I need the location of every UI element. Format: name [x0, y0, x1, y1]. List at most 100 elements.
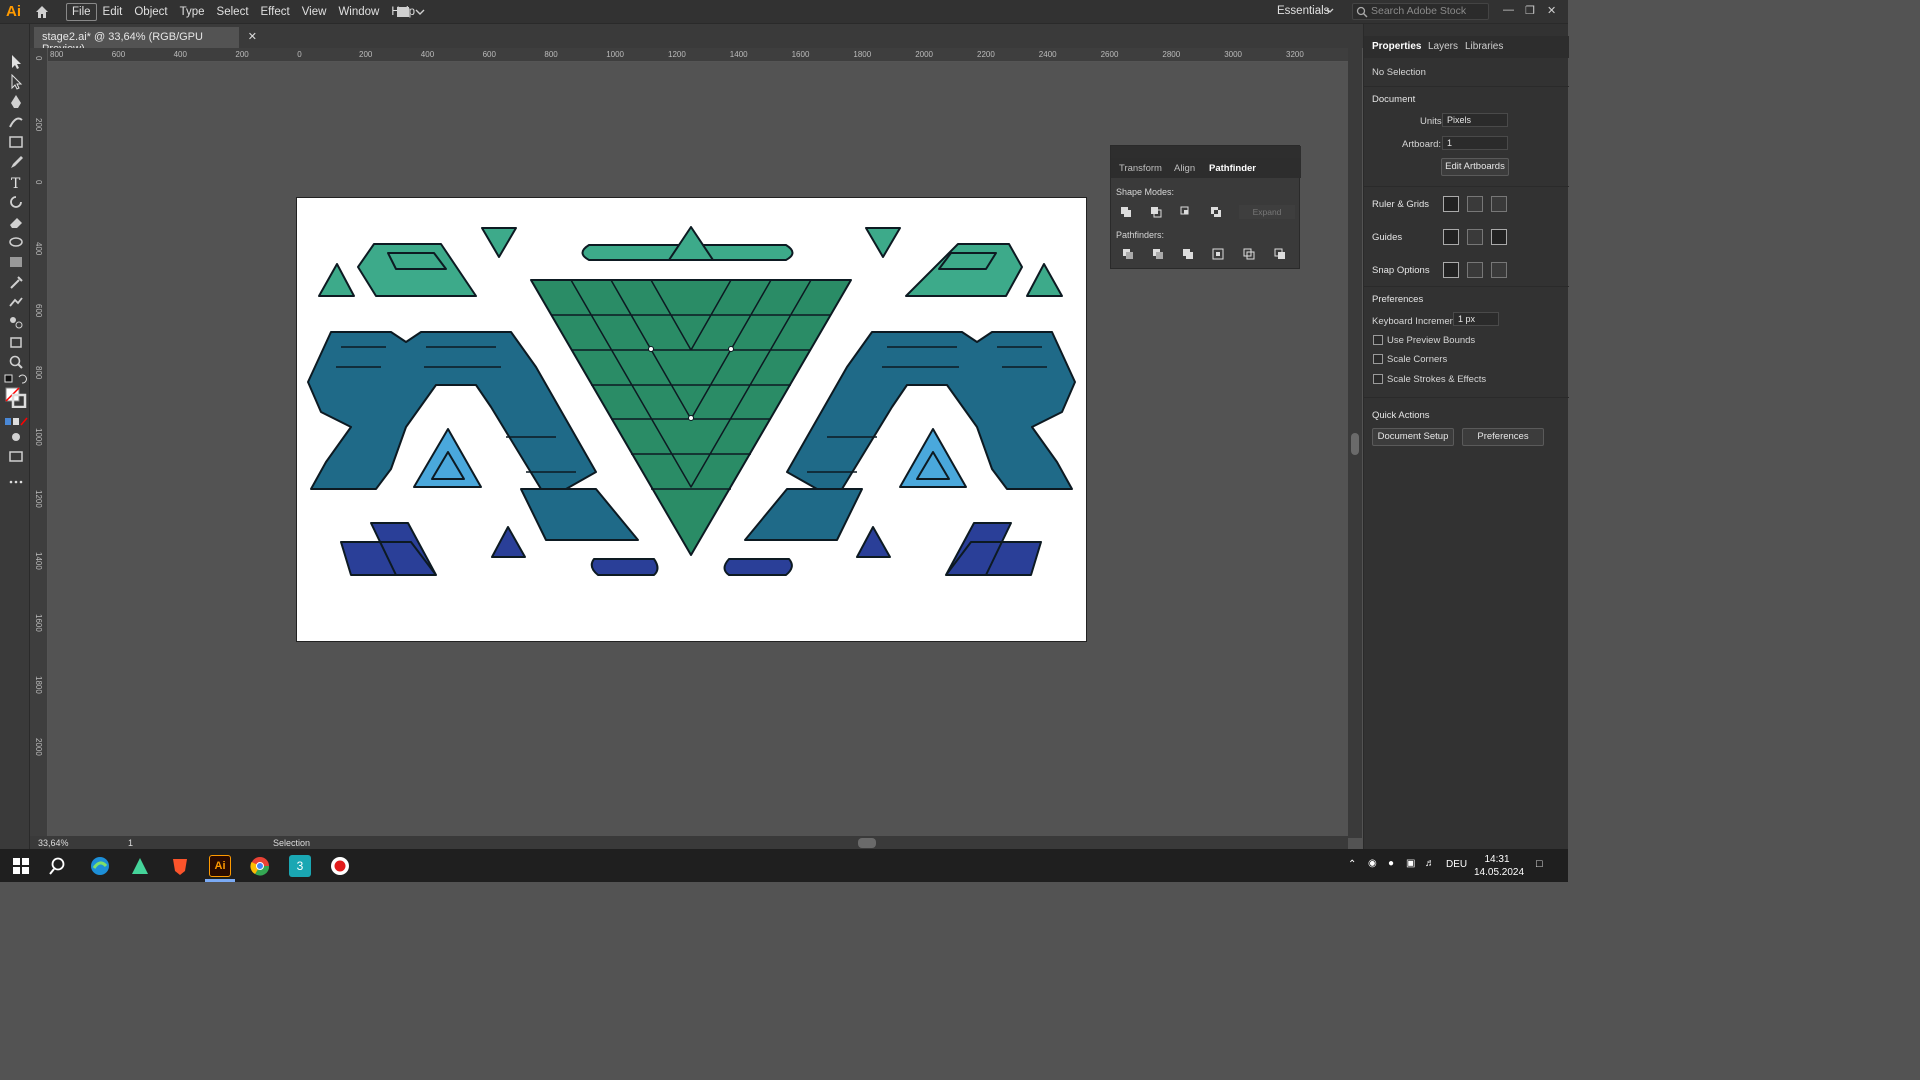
curvature-tool-icon[interactable] — [7, 114, 25, 130]
edit-artboards-button[interactable]: Edit Artboards — [1441, 158, 1509, 176]
document-tab[interactable]: stage2.ai* @ 33,64% (RGB/GPU Preview) ✕ — [34, 27, 257, 55]
arrange-documents-icon[interactable] — [396, 5, 426, 19]
rotate-tool-icon[interactable] — [7, 194, 25, 210]
smart-guides-icon[interactable] — [1491, 229, 1507, 245]
transparency-grid-icon[interactable] — [1491, 196, 1507, 212]
minus-back-icon[interactable] — [1274, 248, 1286, 260]
trim-icon[interactable] — [1152, 248, 1164, 260]
draw-mode-icon[interactable] — [7, 429, 25, 445]
divide-icon[interactable] — [1122, 248, 1134, 260]
volume-icon[interactable]: ♬ — [1425, 858, 1435, 869]
expand-button[interactable]: Expand — [1239, 205, 1295, 219]
fill-stroke-icon[interactable] — [4, 386, 28, 408]
rectangle-tool-icon[interactable] — [7, 134, 25, 150]
app-3-icon[interactable]: 3 — [289, 855, 311, 877]
puppet-warp-tool-icon[interactable] — [7, 294, 25, 310]
horizontal-ruler[interactable]: 800 600 400 200 0 200 400 600 800 1000 1200 1400 160… — [48, 48, 1348, 62]
menu-file[interactable]: File — [66, 3, 97, 21]
minus-front-icon[interactable] — [1150, 206, 1162, 218]
workspace-switcher[interactable]: Essentials — [1277, 5, 1329, 17]
notifications-icon[interactable]: □ — [1536, 858, 1543, 870]
scale-strokes-checkbox[interactable] — [1373, 374, 1383, 384]
menu-edit[interactable]: Edit — [97, 2, 129, 22]
scroll-thumb[interactable] — [1351, 433, 1359, 455]
panel-header[interactable] — [1111, 146, 1301, 158]
menu-select[interactable]: Select — [211, 2, 255, 22]
outline-icon[interactable] — [1243, 248, 1255, 260]
preferences-button[interactable]: Preferences — [1462, 428, 1544, 446]
eraser-tool-icon[interactable] — [7, 214, 25, 230]
crop-icon[interactable] — [1212, 248, 1224, 260]
tab-properties[interactable]: Properties — [1372, 41, 1421, 52]
stock-search-input[interactable]: Search Adobe Stock — [1352, 3, 1489, 20]
grid-icon[interactable] — [1467, 196, 1483, 212]
windows-start-icon[interactable] — [10, 855, 32, 877]
artwork[interactable] — [296, 197, 1087, 642]
edge-icon[interactable] — [89, 855, 111, 877]
paintbrush-tool-icon[interactable] — [7, 154, 25, 170]
tab-libraries[interactable]: Libraries — [1465, 41, 1503, 52]
close-icon[interactable]: ✕ — [1547, 4, 1556, 17]
snap-to-point-icon[interactable] — [1443, 262, 1459, 278]
close-tab-icon[interactable]: ✕ — [248, 30, 257, 43]
language-indicator[interactable]: DEU — [1446, 859, 1467, 870]
color-mode-icon[interactable] — [4, 414, 28, 430]
document-setup-button[interactable]: Document Setup — [1372, 428, 1454, 446]
tray-app-icon[interactable]: ◉ — [1368, 858, 1377, 869]
lock-guides-icon[interactable] — [1467, 229, 1483, 245]
scale-corners-checkbox[interactable] — [1373, 354, 1383, 364]
type-tool-icon[interactable]: T — [7, 174, 25, 190]
selection-tool-icon[interactable] — [7, 54, 25, 70]
menu-type[interactable]: Type — [174, 2, 211, 22]
restore-icon[interactable]: ❐ — [1525, 4, 1535, 17]
zoom-level[interactable]: 33,64% — [38, 838, 69, 848]
keyboard-increment-input[interactable]: 1 px — [1453, 312, 1499, 326]
menu-window[interactable]: Window — [332, 2, 385, 22]
artboard-tool-icon[interactable] — [7, 334, 25, 350]
menu-view[interactable]: View — [296, 2, 333, 22]
artboard-navigator[interactable]: 1 — [128, 838, 133, 848]
clock[interactable]: 14:31 14.05.2024 — [1474, 853, 1524, 879]
search-icon[interactable] — [48, 855, 70, 877]
home-icon[interactable] — [34, 4, 50, 20]
brave-icon[interactable] — [169, 855, 191, 877]
vertical-ruler[interactable]: 0 200 0 400 600 800 1000 1200 1400 1600 1800 2000 — [30, 48, 48, 838]
minimize-icon[interactable]: — — [1503, 4, 1514, 16]
gradient-tool-icon[interactable] — [7, 254, 25, 270]
record-icon[interactable] — [329, 855, 351, 877]
chevron-down-icon[interactable] — [1326, 8, 1334, 14]
pen-tool-icon[interactable] — [7, 94, 25, 110]
illustrator-taskbar-icon[interactable]: Ai — [209, 855, 231, 877]
direct-selection-tool-icon[interactable] — [7, 74, 25, 90]
app-a-icon[interactable] — [129, 855, 151, 877]
horizontal-scroll-thumb[interactable] — [858, 838, 876, 848]
rulers-icon[interactable] — [1443, 196, 1459, 212]
tray-chevron-icon[interactable]: ⌃ — [1348, 859, 1356, 870]
zoom-tool-icon[interactable] — [7, 354, 25, 370]
menu-effect[interactable]: Effect — [255, 2, 296, 22]
more-tools-icon[interactable] — [7, 474, 25, 490]
artboard-select[interactable]: 1 — [1442, 136, 1508, 150]
tab-layers[interactable]: Layers — [1428, 41, 1458, 52]
tab-align[interactable]: Align — [1174, 163, 1195, 174]
menu-object[interactable]: Object — [128, 2, 173, 22]
merge-icon[interactable] — [1182, 248, 1194, 260]
unite-icon[interactable] — [1120, 206, 1132, 218]
chrome-icon[interactable] — [249, 855, 271, 877]
exclude-icon[interactable] — [1210, 206, 1222, 218]
tab-pathfinder[interactable]: Pathfinder — [1209, 163, 1256, 174]
units-select[interactable]: Pixels — [1442, 113, 1508, 127]
snap-to-pixel-icon[interactable] — [1467, 262, 1483, 278]
microphone-icon[interactable]: ● — [1388, 858, 1394, 869]
tab-transform[interactable]: Transform — [1119, 163, 1162, 174]
symbol-sprayer-tool-icon[interactable] — [7, 314, 25, 330]
show-guides-icon[interactable] — [1443, 229, 1459, 245]
width-tool-icon[interactable] — [7, 234, 25, 250]
eyedropper-tool-icon[interactable] — [7, 274, 25, 290]
network-icon[interactable]: ▣ — [1406, 858, 1415, 869]
intersect-icon[interactable] — [1180, 206, 1192, 218]
snap-to-glyph-icon[interactable] — [1491, 262, 1507, 278]
use-preview-bounds-checkbox[interactable] — [1373, 335, 1383, 345]
screen-mode-icon[interactable] — [7, 448, 25, 464]
vertical-scrollbar[interactable] — [1348, 48, 1362, 838]
